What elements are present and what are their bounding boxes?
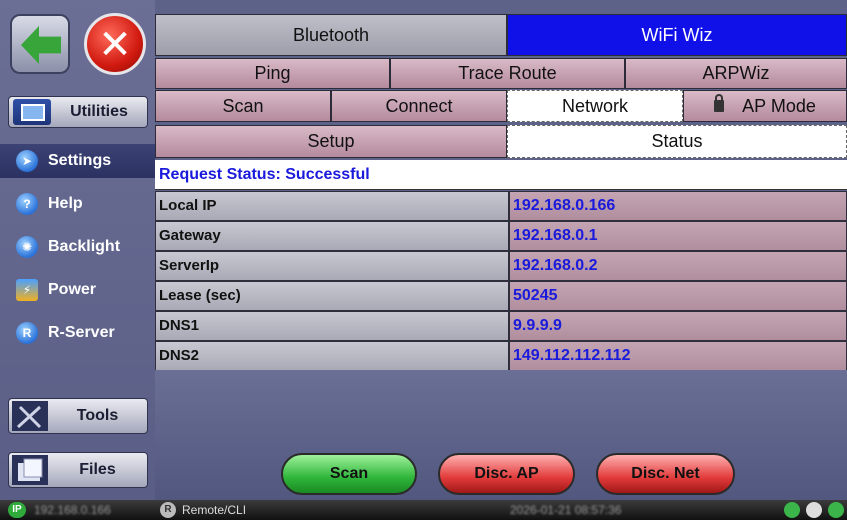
tab-row-1: Bluetooth WiFi Wiz	[155, 14, 847, 56]
sidebar-item-label: Power	[48, 281, 97, 298]
tools-label: Tools	[76, 407, 119, 424]
remote-label: Remote/CLI	[182, 503, 247, 517]
ip-address: 192.168.0.166	[34, 503, 111, 517]
request-status: Request Status: Successful	[155, 160, 847, 190]
field-value: 192.168.0.1	[509, 221, 847, 251]
lock-icon	[714, 94, 725, 112]
tab-bluetooth[interactable]: Bluetooth	[155, 14, 507, 56]
field-label: Local IP	[155, 191, 509, 221]
tab-ap-mode[interactable]: AP Mode	[683, 90, 847, 122]
table-row: DNS2 149.112.112.112	[155, 341, 847, 371]
field-value: 192.168.0.166	[509, 191, 847, 221]
disc-ap-button[interactable]: Disc. AP	[438, 453, 575, 495]
tab-row-4: Setup Status	[155, 125, 847, 158]
field-label: DNS2	[155, 341, 509, 371]
tab-status[interactable]: Status	[507, 125, 847, 158]
sidebar-item-label: Backlight	[48, 238, 121, 255]
close-button[interactable]: ✕	[84, 13, 146, 75]
utilities-label: Utilities	[70, 103, 128, 120]
tab-wifi-wiz[interactable]: WiFi Wiz	[507, 14, 847, 56]
field-label: DNS1	[155, 311, 509, 341]
field-label: ServerIp	[155, 251, 509, 281]
tab-row-3: Scan Connect Network AP Mode	[155, 90, 847, 122]
table-row: Gateway 192.168.0.1	[155, 221, 847, 251]
back-arrow-icon	[21, 26, 61, 64]
tab-network[interactable]: Network	[507, 90, 683, 122]
zoom-icon[interactable]	[784, 502, 800, 518]
sidebar-item-label: Help	[48, 195, 83, 212]
table-row: ServerIp 192.168.0.2	[155, 251, 847, 281]
sidebar-item-backlight[interactable]: ✺ Backlight	[0, 230, 155, 264]
sidebar-item-settings[interactable]: ➤ Settings	[0, 144, 155, 178]
table-row: Lease (sec) 50245	[155, 281, 847, 311]
scan-button[interactable]: Scan	[281, 453, 417, 495]
sidebar-item-label: R-Server	[48, 324, 115, 341]
tab-ap-mode-label: AP Mode	[742, 95, 816, 116]
files-label: Files	[79, 461, 116, 478]
table-row: DNS1 9.9.9.9	[155, 311, 847, 341]
monitor-icon	[13, 99, 51, 125]
battery-icon	[828, 502, 844, 518]
back-button[interactable]	[10, 14, 70, 74]
tab-row-2: Ping Trace Route ARPWiz	[155, 58, 847, 89]
ip-icon: IP	[8, 502, 26, 518]
sidebar-item-help[interactable]: ? Help	[0, 187, 155, 221]
settings-icon: ➤	[16, 150, 38, 172]
utilities-button[interactable]: Utilities	[8, 96, 148, 128]
files-icon	[12, 455, 48, 485]
tab-connect[interactable]: Connect	[331, 90, 507, 122]
field-value: 50245	[509, 281, 847, 311]
tab-ping[interactable]: Ping	[155, 58, 390, 89]
sidebar-item-r-server[interactable]: R R-Server	[0, 316, 155, 350]
disc-net-button[interactable]: Disc. Net	[596, 453, 735, 495]
sidebar: ✕ Utilities ➤ Settings ? Help ✺ Backligh…	[0, 0, 155, 500]
r-server-icon: R	[16, 322, 38, 344]
status-bar: IP 192.168.0.166 R Remote/CLI 2026-01-21…	[0, 500, 847, 520]
power-icon: ⚡	[16, 279, 38, 301]
tools-icon	[12, 401, 48, 431]
tab-arpwiz[interactable]: ARPWiz	[625, 58, 847, 89]
files-button[interactable]: Files	[8, 452, 148, 488]
bluetooth-icon	[806, 502, 822, 518]
field-value: 9.9.9.9	[509, 311, 847, 341]
tools-button[interactable]: Tools	[8, 398, 148, 434]
app-window: ✕ Utilities ➤ Settings ? Help ✺ Backligh…	[0, 0, 847, 520]
tab-setup[interactable]: Setup	[155, 125, 507, 158]
tab-trace-route[interactable]: Trace Route	[390, 58, 625, 89]
sidebar-item-power[interactable]: ⚡ Power	[0, 273, 155, 307]
field-label: Lease (sec)	[155, 281, 509, 311]
field-value: 149.112.112.112	[509, 341, 847, 371]
backlight-icon: ✺	[16, 236, 38, 258]
field-label: Gateway	[155, 221, 509, 251]
tab-scan[interactable]: Scan	[155, 90, 331, 122]
remote-icon: R	[160, 502, 176, 518]
sidebar-item-label: Settings	[48, 152, 112, 169]
help-icon: ?	[16, 193, 38, 215]
table-row: Local IP 192.168.0.166	[155, 191, 847, 221]
close-icon: ✕	[98, 23, 132, 67]
field-value: 192.168.0.2	[509, 251, 847, 281]
datetime: 2026-01-21 08:57:36	[510, 503, 622, 517]
